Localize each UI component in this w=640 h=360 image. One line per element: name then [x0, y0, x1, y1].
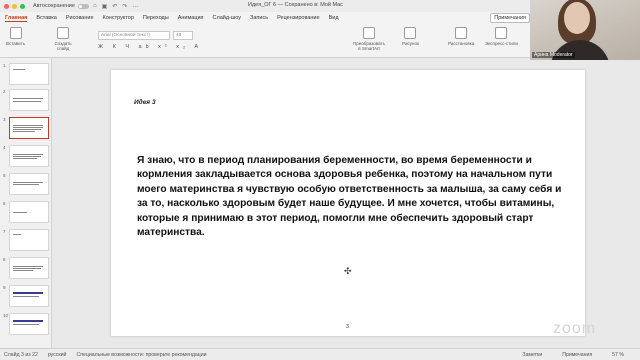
tab-review[interactable]: Рецензирование — [277, 15, 319, 21]
paste-button[interactable]: Вставить — [6, 27, 25, 46]
slide-thumbnail[interactable]: 2 — [3, 89, 49, 111]
slide-counter: Слайд 3 из 22 — [4, 351, 38, 358]
slide-idea-label[interactable]: Идея 3 — [134, 99, 156, 106]
tab-insert[interactable]: Вставка — [36, 15, 56, 21]
slide-thumbnail[interactable]: 6 — [3, 201, 49, 223]
quick-styles-button[interactable]: Экспресс-стили — [485, 27, 518, 46]
clipboard-icon — [9, 27, 22, 39]
participant-name: Арина Moderator — [532, 52, 575, 58]
status-bar: Слайд 3 из 22 русский Специальные возмож… — [0, 348, 640, 360]
zoom-watermark: zoom — [553, 320, 597, 337]
slide-thumbnail[interactable]: 7 — [3, 229, 49, 251]
slide-page-number: 3 — [346, 324, 350, 330]
slide-thumbnail[interactable]: 5 — [3, 173, 49, 195]
slide-thumbnails-panel[interactable]: 1 2 3 4 5 6 7 8 9 10 — [0, 58, 52, 348]
tab-record[interactable]: Запись — [250, 15, 268, 21]
quick-styles-icon — [495, 27, 508, 39]
maximize-window-button[interactable] — [20, 3, 25, 9]
language-indicator[interactable]: русский — [48, 352, 67, 358]
font-name-select[interactable]: Arial (Основной текст) — [98, 31, 170, 40]
mouse-cursor-icon: ✣ — [344, 266, 352, 276]
tab-transitions[interactable]: Переходы — [143, 15, 169, 21]
comments-button[interactable]: Примечания — [490, 13, 530, 23]
slide-thumbnail[interactable]: 4 — [3, 145, 49, 167]
home-icon[interactable]: ⌂ — [93, 3, 97, 9]
new-slide-icon — [57, 27, 69, 39]
tab-view[interactable]: Вид — [329, 15, 339, 21]
tab-animations[interactable]: Анимация — [178, 15, 204, 21]
font-size-select[interactable]: 48 — [173, 31, 193, 40]
tab-slideshow[interactable]: Слайд-шоу — [213, 15, 242, 21]
video-overlay: Арина Moderator — [530, 0, 640, 60]
arrange-button[interactable]: Расстановка — [448, 27, 474, 46]
tab-design[interactable]: Конструктор — [103, 15, 134, 21]
slide-thumbnail[interactable]: 1 — [3, 63, 49, 85]
slide-thumbnail[interactable]: 8 — [3, 257, 49, 279]
tab-home[interactable]: Главная — [5, 15, 28, 22]
autosave-toggle[interactable] — [77, 3, 89, 9]
format-buttons[interactable]: Ж К Ч ab x² x₂ A — [98, 44, 202, 50]
save-icon[interactable]: ▣ — [102, 3, 108, 10]
document-title: Идея_ОГ 6 — Сохранено в: Мой Mac — [248, 2, 343, 8]
powerpoint-window: Автосохранение ⌂ ▣ ↶ ↷ … Идея_ОГ 6 — Сох… — [0, 0, 640, 360]
convert-smartart-button[interactable]: Преобразовать в SmartArt — [352, 27, 386, 51]
close-window-button[interactable] — [4, 3, 9, 9]
slide-body-text[interactable]: Я знаю, что в период планирования береме… — [137, 154, 567, 240]
minimize-window-button[interactable] — [12, 3, 17, 9]
smartart-icon — [363, 27, 375, 39]
tab-draw[interactable]: Рисование — [66, 15, 94, 21]
undo-icon[interactable]: ↶ — [112, 3, 117, 10]
notes-button[interactable]: Заметки — [522, 352, 542, 358]
accessibility-status[interactable]: Специальные возможности: проверьте реком… — [76, 352, 206, 358]
comments-status-button[interactable]: Примечания — [562, 352, 592, 358]
picture-icon — [404, 27, 417, 39]
redo-icon[interactable]: ↷ — [122, 3, 127, 10]
more-icon[interactable]: … — [132, 3, 138, 9]
picture-button[interactable]: Рисунок — [402, 27, 419, 46]
autosave-label: Автосохранение — [33, 3, 75, 9]
slide-canvas[interactable]: Идея 3 Я знаю, что в период планирования… — [111, 70, 585, 336]
window-controls — [4, 3, 25, 9]
slide-thumbnail-selected[interactable]: 3 — [3, 117, 49, 139]
slide-thumbnail[interactable]: 10 — [3, 313, 49, 335]
slide-thumbnail[interactable]: 9 — [3, 285, 49, 307]
arrange-icon — [455, 27, 468, 39]
new-slide-button[interactable]: Создать слайд — [50, 27, 76, 51]
zoom-level[interactable]: 57 % — [612, 352, 624, 358]
